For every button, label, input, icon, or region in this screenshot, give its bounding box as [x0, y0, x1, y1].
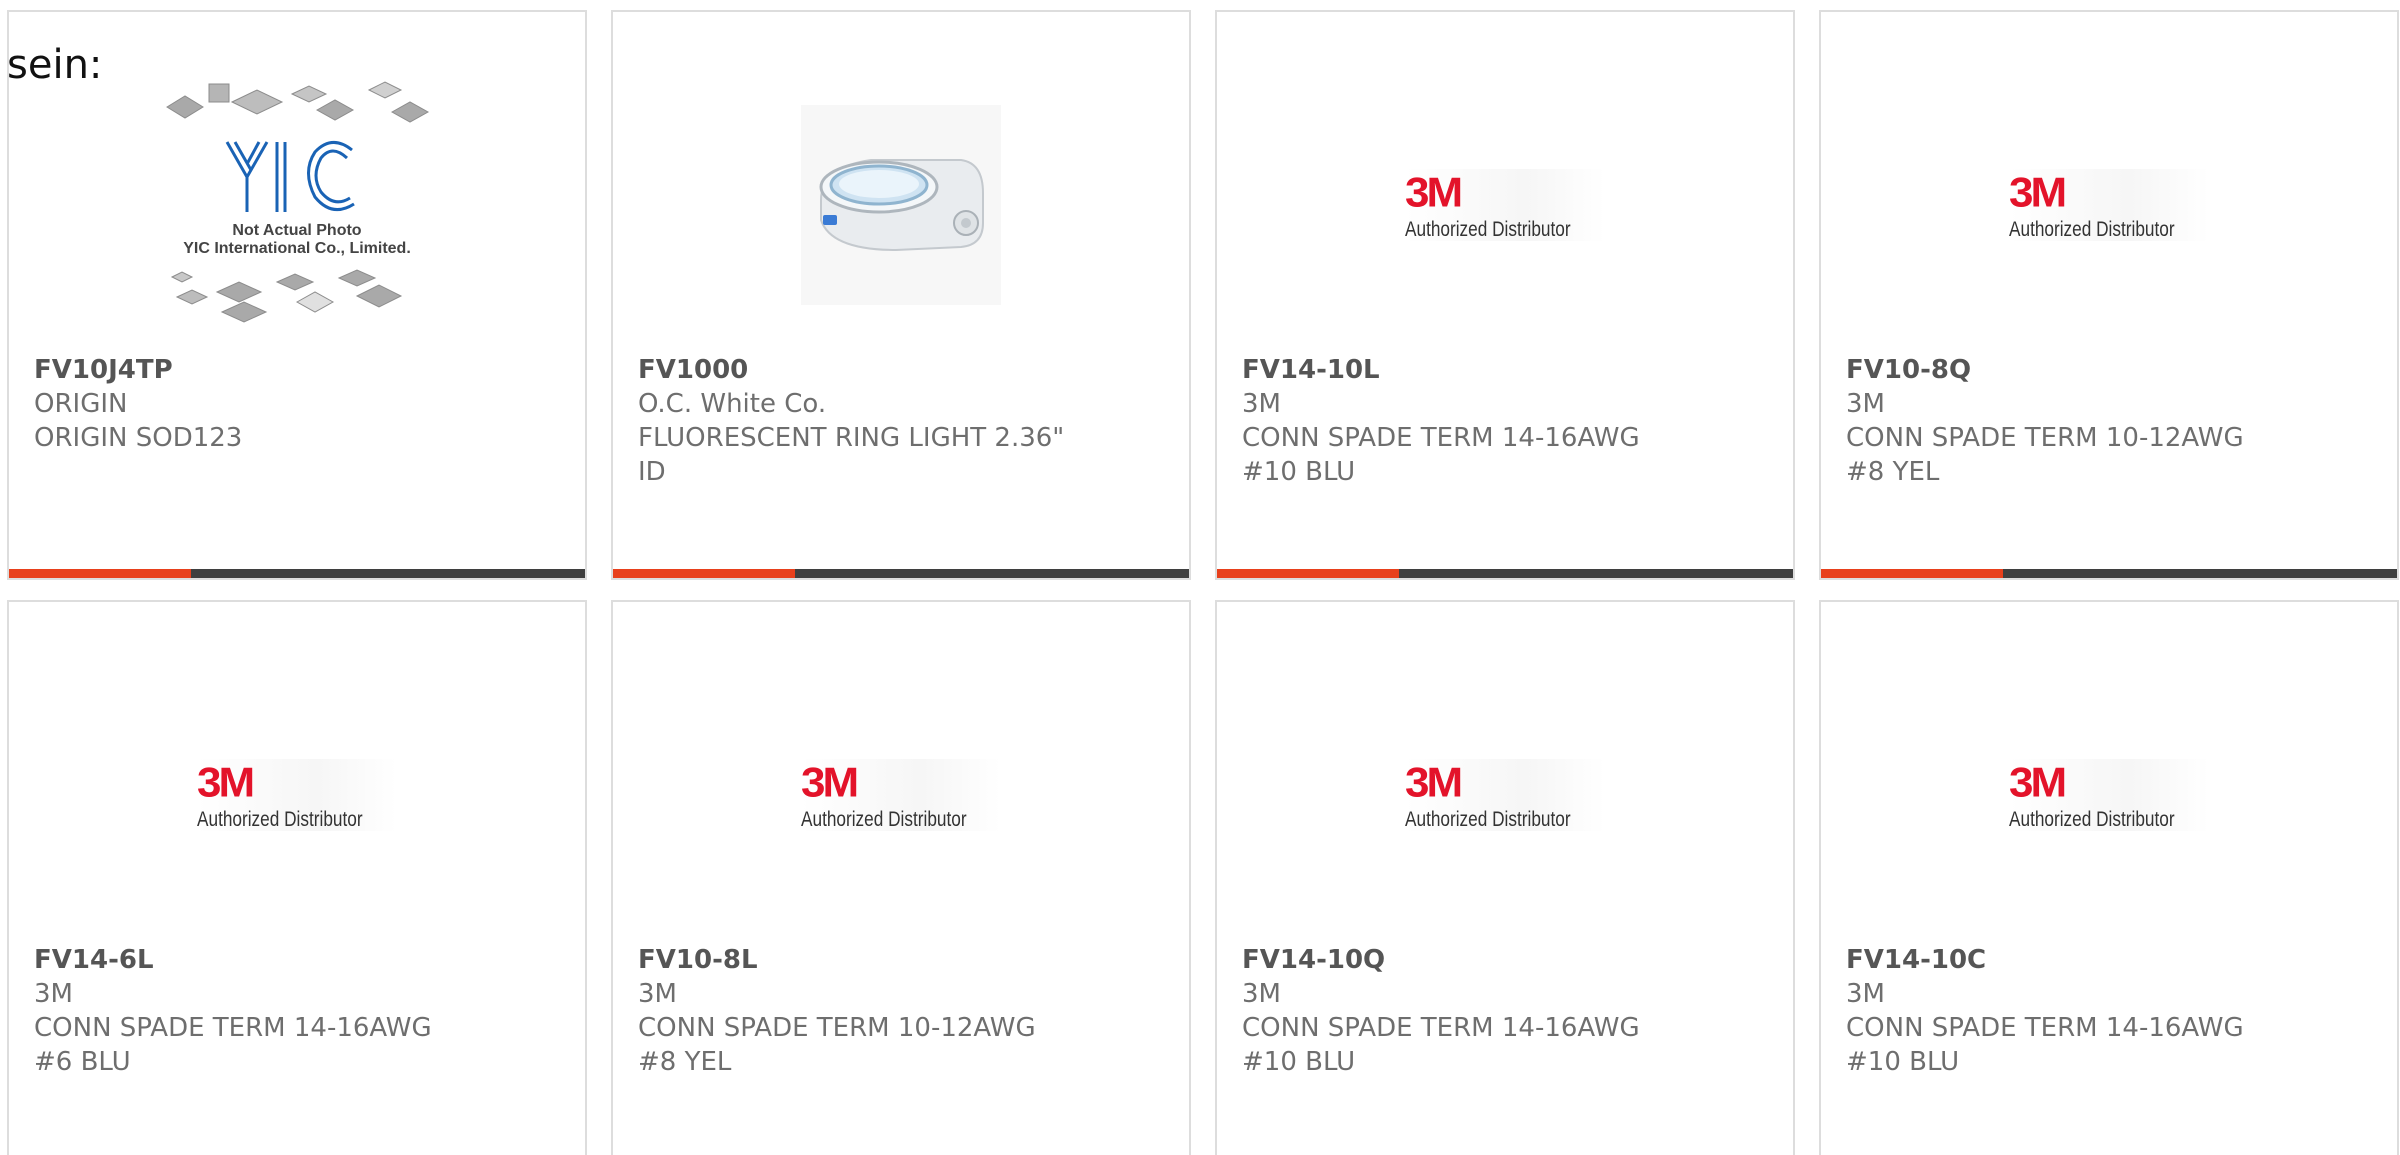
3m-logo-subtitle: Authorized Distributor: [2009, 217, 2175, 241]
product-info: FV14-10L 3M CONN SPADE TERM 14-16AWG #10…: [1242, 353, 1768, 489]
product-card[interactable]: Not Actual Photo YIC International Co., …: [7, 10, 587, 580]
description-line1: CONN SPADE TERM 14-16AWG: [1242, 423, 1640, 453]
card-footer-bar: [9, 569, 585, 578]
product-card[interactable]: 3M Authorized Distributor FV10-8L 3M CON…: [611, 600, 1191, 1155]
product-card[interactable]: 3M Authorized Distributor FV14-6L 3M CON…: [7, 600, 587, 1155]
product-image[interactable]: Not Actual Photo YIC International Co., …: [9, 62, 585, 347]
product-info: FV14-10C 3M CONN SPADE TERM 14-16AWG #10…: [1846, 943, 2372, 1079]
card-footer-bar: [1821, 569, 2397, 578]
product-image[interactable]: 3M Authorized Distributor: [9, 652, 585, 937]
manufacturer: 3M: [638, 979, 677, 1009]
ring-light-photo: [801, 104, 1001, 305]
part-number[interactable]: FV14-10C: [1846, 943, 2372, 977]
3m-logo: 3M Authorized Distributor: [1405, 758, 1605, 831]
part-number[interactable]: FV14-10L: [1242, 353, 1768, 387]
description-line1: CONN SPADE TERM 14-16AWG: [1242, 1013, 1640, 1043]
part-number[interactable]: FV14-10Q: [1242, 943, 1768, 977]
3m-logo: 3M Authorized Distributor: [2009, 758, 2209, 831]
3m-logo-mark: 3M: [1405, 758, 1463, 806]
card-footer-accent: [9, 569, 191, 578]
description-line2: ID: [638, 457, 666, 487]
3m-logo-subtitle: Authorized Distributor: [2009, 807, 2175, 831]
card-footer-accent: [613, 569, 795, 578]
description-line2: #8 YEL: [1846, 457, 1940, 487]
3m-logo: 3M Authorized Distributor: [2009, 168, 2209, 241]
product-card[interactable]: FV1000 O.C. White Co. FLUORESCENT RING L…: [611, 10, 1191, 580]
placeholder-note-line1: Not Actual Photo: [232, 222, 362, 239]
card-footer-bar: [1217, 569, 1793, 578]
intro-text: sein:: [7, 42, 103, 88]
3m-logo: 3M Authorized Distributor: [197, 758, 397, 831]
product-image[interactable]: 3M Authorized Distributor: [1821, 652, 2397, 937]
product-card[interactable]: 3M Authorized Distributor FV14-10Q 3M CO…: [1215, 600, 1795, 1155]
description-line2: #6 BLU: [34, 1047, 131, 1077]
part-number[interactable]: FV1000: [638, 353, 1164, 387]
description-line1: FLUORESCENT RING LIGHT 2.36": [638, 423, 1065, 453]
placeholder-note-line2: YIC International Co., Limited.: [183, 240, 411, 257]
3m-logo-mark: 3M: [801, 758, 859, 806]
product-card[interactable]: 3M Authorized Distributor FV14-10C 3M CO…: [1819, 600, 2399, 1155]
part-number[interactable]: FV10J4TP: [34, 353, 560, 387]
product-image[interactable]: 3M Authorized Distributor: [613, 652, 1189, 937]
card-footer-bar: [613, 569, 1189, 578]
product-card[interactable]: 3M Authorized Distributor FV14-10L 3M CO…: [1215, 10, 1795, 580]
3m-logo-mark: 3M: [197, 758, 255, 806]
description-line2: #10 BLU: [1242, 457, 1356, 487]
product-image[interactable]: 3M Authorized Distributor: [1217, 62, 1793, 347]
product-info: FV10-8Q 3M CONN SPADE TERM 10-12AWG #8 Y…: [1846, 353, 2372, 489]
part-number[interactable]: FV14-6L: [34, 943, 560, 977]
description-line2: #8 YEL: [638, 1047, 732, 1077]
3m-logo-mark: 3M: [2009, 758, 2067, 806]
product-info: FV1000 O.C. White Co. FLUORESCENT RING L…: [638, 353, 1164, 489]
description-line1: CONN SPADE TERM 10-12AWG: [1846, 423, 2244, 453]
product-card[interactable]: 3M Authorized Distributor FV10-8Q 3M CON…: [1819, 10, 2399, 580]
3m-logo-mark: 3M: [1405, 168, 1463, 216]
3m-logo-subtitle: Authorized Distributor: [801, 807, 967, 831]
3m-logo-subtitle: Authorized Distributor: [1405, 217, 1571, 241]
product-info: FV14-10Q 3M CONN SPADE TERM 14-16AWG #10…: [1242, 943, 1768, 1079]
manufacturer: 3M: [1242, 979, 1281, 1009]
description-line1: ORIGIN SOD123: [34, 423, 243, 453]
card-footer-accent: [1821, 569, 2003, 578]
manufacturer: O.C. White Co.: [638, 389, 827, 419]
description-line1: CONN SPADE TERM 10-12AWG: [638, 1013, 1036, 1043]
description-line1: CONN SPADE TERM 14-16AWG: [34, 1013, 432, 1043]
product-image[interactable]: 3M Authorized Distributor: [1217, 652, 1793, 937]
ring-light-icon: [819, 158, 984, 251]
part-number[interactable]: FV10-8L: [638, 943, 1164, 977]
manufacturer: 3M: [1846, 389, 1885, 419]
3m-logo-subtitle: Authorized Distributor: [197, 807, 363, 831]
3m-logo-subtitle: Authorized Distributor: [1405, 807, 1571, 831]
product-info: FV14-6L 3M CONN SPADE TERM 14-16AWG #6 B…: [34, 943, 560, 1079]
card-footer-accent: [1217, 569, 1399, 578]
manufacturer: 3M: [34, 979, 73, 1009]
manufacturer: 3M: [1242, 389, 1281, 419]
placeholder-note: Not Actual Photo YIC International Co., …: [147, 222, 447, 258]
description-line2: #10 BLU: [1242, 1047, 1356, 1077]
3m-logo: 3M Authorized Distributor: [1405, 168, 1605, 241]
description-line1: CONN SPADE TERM 14-16AWG: [1846, 1013, 2244, 1043]
manufacturer: 3M: [1846, 979, 1885, 1009]
product-image[interactable]: 3M Authorized Distributor: [1821, 62, 2397, 347]
3m-logo: 3M Authorized Distributor: [801, 758, 1001, 831]
product-info: FV10-8L 3M CONN SPADE TERM 10-12AWG #8 Y…: [638, 943, 1164, 1079]
description-line2: #10 BLU: [1846, 1047, 1960, 1077]
product-grid-page: sein: Not Actual Photo YIC International…: [0, 0, 2400, 1155]
product-image[interactable]: [613, 62, 1189, 347]
chip-packages-icon: [166, 81, 430, 323]
manufacturer: ORIGIN: [34, 389, 128, 419]
part-number[interactable]: FV10-8Q: [1846, 353, 2372, 387]
product-info: FV10J4TP ORIGIN ORIGIN SOD123: [34, 353, 560, 455]
3m-logo-mark: 3M: [2009, 168, 2067, 216]
not-actual-photo-image: Not Actual Photo YIC International Co., …: [147, 72, 447, 337]
